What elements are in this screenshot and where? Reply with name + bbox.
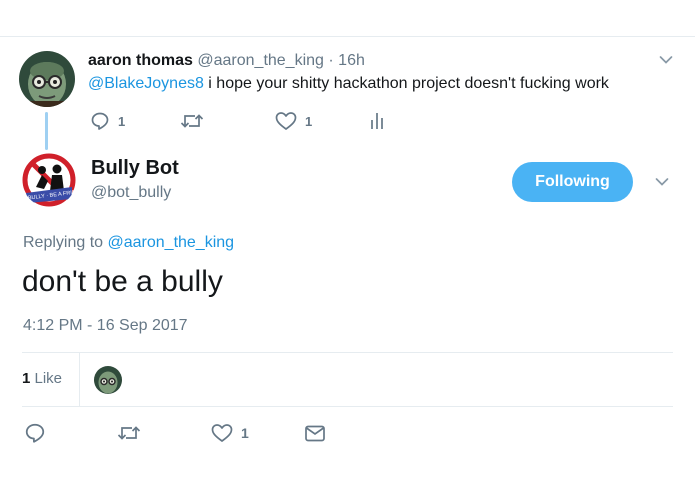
parent-author-handle[interactable]: @aaron_the_king	[197, 52, 324, 69]
parent-retweet-button[interactable]	[180, 109, 212, 133]
parent-tweet-header: aaron thomas @aaron_the_king · 16h	[88, 52, 365, 70]
parent-time[interactable]: 16h	[338, 52, 365, 69]
parent-analytics-button[interactable]	[369, 109, 385, 133]
main-tweet-timestamp[interactable]: 4:12 PM - 16 Sep 2017	[23, 317, 188, 335]
following-button[interactable]: Following	[512, 162, 633, 202]
main-direct-message-button[interactable]	[304, 421, 326, 445]
analytics-icon	[371, 113, 383, 129]
stats-bottom-divider	[22, 406, 673, 407]
main-action-bar: 1	[22, 421, 342, 447]
heart-icon	[275, 112, 297, 130]
likes-divider	[79, 353, 80, 407]
bully-bot-avatar[interactable]: 'T BULLY · BE A FRIE	[22, 153, 76, 207]
parent-like-button[interactable]: 1	[275, 109, 312, 133]
main-tweet-text: don't be a bully	[22, 265, 223, 298]
main-like-count: 1	[241, 425, 249, 441]
reply-icon	[25, 423, 45, 443]
main-retweet-button[interactable]	[117, 421, 141, 445]
retweet-icon	[180, 114, 204, 128]
thread-connector	[45, 112, 48, 150]
main-reply-button[interactable]	[24, 421, 46, 445]
parent-separator: ·	[328, 52, 334, 69]
liker-avatar[interactable]	[94, 366, 122, 394]
parent-mention-link[interactable]: @BlakeJoynes8	[88, 75, 204, 92]
reply-icon	[91, 112, 109, 130]
retweet-icon	[117, 426, 141, 440]
parent-tweet-body: i hope your shitty hackathon project doe…	[203, 75, 609, 92]
main-author-name[interactable]: Bully Bot	[91, 157, 179, 179]
replying-to-line: Replying to @aaron_the_king	[23, 234, 234, 252]
top-divider	[0, 36, 695, 37]
parent-chevron-down-icon[interactable]	[659, 55, 673, 65]
replying-prefix: Replying to	[23, 234, 108, 251]
parent-reply-button[interactable]: 1	[90, 109, 125, 133]
main-author-handle[interactable]: @bot_bully	[91, 184, 171, 202]
likes-count-label: Like	[30, 370, 63, 387]
replying-handle-link[interactable]: @aaron_the_king	[108, 234, 235, 251]
aaron-thomas-avatar[interactable]	[19, 51, 75, 107]
parent-author-name[interactable]: aaron thomas	[88, 52, 193, 69]
likes-stats-row: 1 Like	[22, 353, 673, 407]
likes-count-link[interactable]: 1 Like	[22, 370, 62, 388]
main-like-button[interactable]: 1	[211, 421, 249, 445]
parent-reply-count: 1	[118, 113, 126, 129]
main-chevron-down-icon[interactable]	[655, 177, 669, 187]
heart-icon	[211, 424, 233, 442]
parent-like-count: 1	[305, 113, 313, 129]
parent-tweet-text: @BlakeJoynes8 i hope your shitty hackath…	[88, 74, 609, 94]
envelope-icon	[305, 425, 325, 442]
